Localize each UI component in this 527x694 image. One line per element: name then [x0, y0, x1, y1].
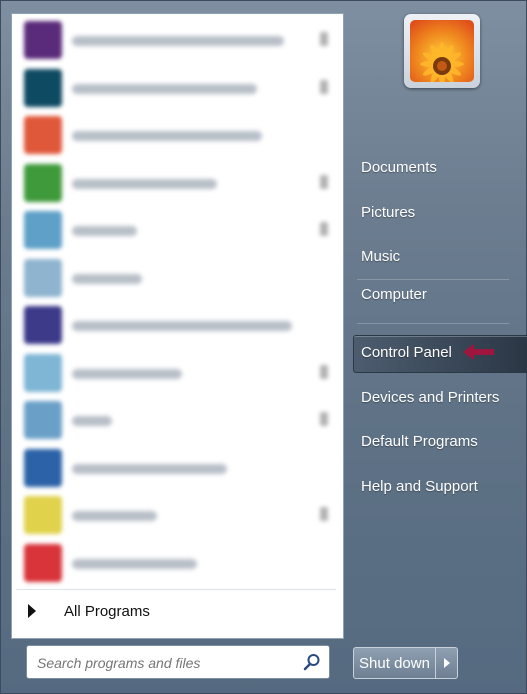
program-label: Adobe Media Encoder CC 2020 — [72, 321, 292, 331]
program-label: Sticky Notes — [72, 511, 157, 521]
program-name: Adobe Media Encoder CC 2020 — [72, 321, 73, 322]
program-item[interactable]: Adobe Premiere Pro CC 2020 — [20, 18, 340, 62]
search-box[interactable] — [26, 645, 330, 679]
program-name: Microsoft PowerPoint 2013 — [72, 131, 73, 132]
program-name: Notepad — [72, 226, 73, 227]
program-label: Calculator — [72, 273, 142, 284]
program-label: Connect to a Projector — [72, 463, 227, 474]
flower-picture-icon — [410, 20, 474, 82]
search-input[interactable] — [35, 652, 289, 674]
program-label: Adobe Creative Cloud — [72, 558, 197, 569]
chevron-right-icon — [443, 658, 450, 668]
submenu-arrow-icon[interactable] — [320, 79, 328, 94]
submenu-arrow-icon[interactable] — [320, 412, 328, 426]
menu-item-default-programs[interactable]: Default Programs — [361, 433, 478, 457]
program-name: Adobe Premiere Pro CC 2020 — [72, 36, 73, 37]
program-item[interactable]: Calculator — [20, 256, 340, 300]
shutdown-options-button[interactable] — [436, 647, 458, 679]
program-item[interactable]: Notepad — [20, 208, 340, 252]
start-menu: Adobe Premiere Pro CC 2020 Adobe Photosho… — [0, 0, 527, 694]
annotation-arrow-icon — [463, 344, 494, 360]
projector-icon — [24, 448, 62, 487]
search-icon[interactable] — [303, 653, 321, 671]
program-name: Calculator — [72, 274, 73, 275]
program-label: Adobe Premiere Pro CC 2020 — [72, 36, 284, 46]
menu-item-help-support[interactable]: Help and Support — [361, 478, 478, 502]
program-item[interactable]: Connect to a Projector — [20, 446, 340, 490]
program-name: Getting Started — [72, 369, 73, 370]
program-item[interactable]: Adobe Photoshop CC 2020 — [20, 66, 340, 110]
menu-item-computer[interactable]: Computer — [361, 286, 427, 310]
programs-pane: Adobe Premiere Pro CC 2020 Adobe Photosho… — [11, 13, 344, 639]
program-label: Getting Started — [72, 368, 182, 379]
program-name: Adobe Photoshop CC 2020 — [72, 84, 73, 85]
program-label: Microsoft Excel 2013 — [72, 178, 217, 189]
premiere-icon — [24, 21, 62, 59]
submenu-arrow-icon[interactable] — [320, 364, 328, 379]
program-item[interactable]: Adobe Creative Cloud — [20, 541, 340, 585]
media-encoder-icon — [24, 306, 62, 344]
submenu-arrow-icon[interactable] — [320, 174, 328, 189]
program-name: Microsoft Excel 2013 — [72, 179, 73, 180]
menu-divider — [357, 323, 509, 324]
paint-icon — [24, 401, 62, 439]
shutdown-button[interactable]: Shut down — [353, 647, 436, 679]
photoshop-icon — [24, 68, 62, 107]
menu-item-pictures[interactable]: Pictures — [361, 204, 415, 228]
program-name: Paint — [72, 416, 73, 417]
program-name: Connect to a Projector — [72, 464, 73, 465]
program-name: Adobe Creative Cloud — [72, 559, 73, 560]
submenu-arrow-icon[interactable] — [320, 222, 328, 236]
program-label: Microsoft PowerPoint 2013 — [72, 131, 262, 141]
sticky-notes-icon — [24, 496, 62, 534]
user-avatar[interactable] — [404, 14, 480, 88]
calculator-icon — [24, 258, 62, 297]
notepad-icon — [24, 211, 62, 249]
creative-cloud-icon — [24, 543, 62, 582]
program-item[interactable]: Microsoft PowerPoint 2013 — [20, 113, 340, 157]
excel-icon — [24, 163, 62, 202]
program-name: Sticky Notes — [72, 511, 73, 512]
submenu-arrow-icon[interactable] — [320, 32, 328, 46]
powerpoint-icon — [24, 116, 62, 154]
program-item[interactable]: Paint — [20, 398, 340, 442]
menu-item-control-panel[interactable]: Control Panel — [361, 344, 452, 368]
getting-started-icon — [24, 353, 62, 392]
program-label: Notepad — [72, 226, 137, 236]
menu-item-documents[interactable]: Documents — [361, 159, 437, 183]
program-item[interactable]: Microsoft Excel 2013 — [20, 161, 340, 205]
menu-item-music[interactable]: Music — [361, 248, 400, 272]
program-label: Paint — [72, 416, 112, 426]
program-item[interactable]: Adobe Media Encoder CC 2020 — [20, 303, 340, 347]
menu-item-devices-printers[interactable]: Devices and Printers — [361, 389, 499, 413]
program-item[interactable]: Getting Started — [20, 351, 340, 395]
menu-divider — [357, 279, 509, 280]
submenu-arrow-icon[interactable] — [320, 507, 328, 521]
program-label: Adobe Photoshop CC 2020 — [72, 83, 257, 94]
program-item[interactable]: Sticky Notes — [20, 493, 340, 537]
